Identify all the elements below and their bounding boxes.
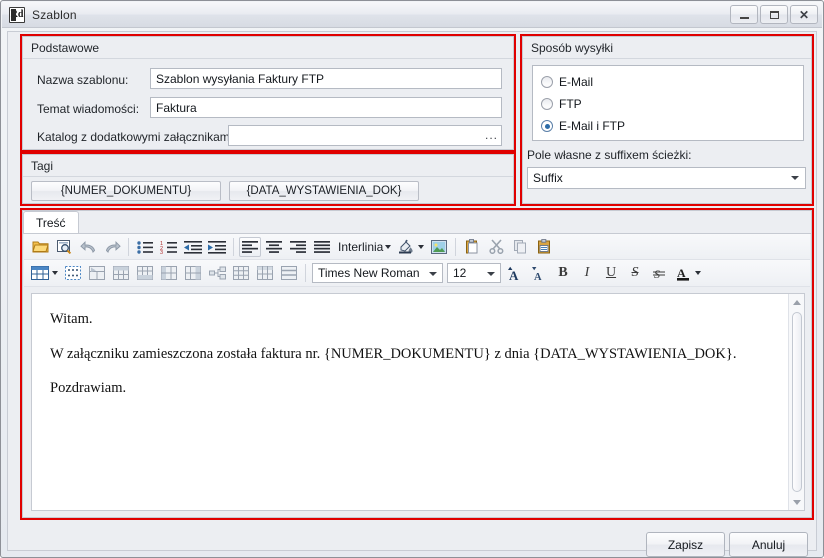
maximize-button[interactable] — [760, 5, 788, 24]
cancel-button[interactable]: Anuluj — [729, 532, 808, 557]
content-tab-highlight — [20, 208, 814, 520]
save-button[interactable]: Zapisz — [646, 532, 725, 557]
close-icon: ✕ — [798, 7, 810, 22]
tags-group-highlight — [20, 152, 516, 206]
basic-group-highlight — [20, 34, 516, 152]
close-button[interactable]: ✕ — [790, 5, 818, 24]
title-bar: Szablon ✕ — [2, 2, 822, 28]
dialog-client-area: Podstawowe Nazwa szablonu: Szablon wysył… — [7, 31, 817, 557]
maximize-icon — [769, 10, 779, 19]
send-group-highlight — [520, 34, 814, 206]
template-dialog-window: Szablon ✕ Podstawowe Nazwa szablonu: Sza… — [0, 0, 824, 558]
minimize-button[interactable] — [730, 5, 758, 24]
app-icon — [9, 6, 25, 23]
minimize-icon — [739, 16, 749, 19]
window-controls: ✕ — [730, 5, 818, 24]
window-title: Szablon — [32, 7, 77, 22]
